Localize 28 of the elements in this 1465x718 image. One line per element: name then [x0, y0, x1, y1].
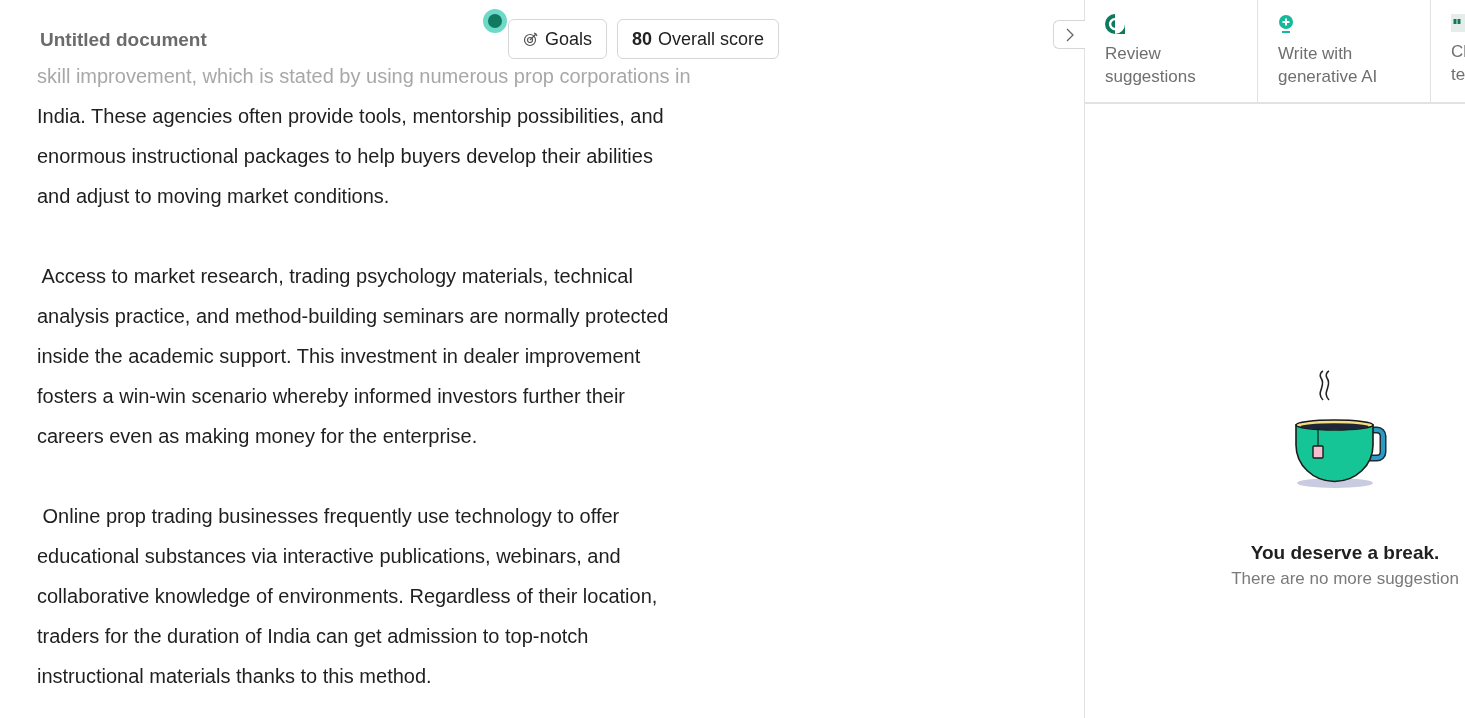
text-line: enormous instructional packages to help buyers develop their abilities [37, 144, 654, 169]
goals-button[interactable]: Goals [508, 19, 608, 59]
text-line: India. These agencies often provide tools, mentorship possibilities, and [37, 104, 665, 129]
document-title[interactable]: Untitled document [40, 29, 207, 51]
text-line: instructional materials thanks to this method. [37, 664, 433, 689]
empty-state-title: You deserve a break. [1250, 542, 1440, 564]
circle-arc-icon [1105, 14, 1125, 34]
status-dot-icon [483, 9, 507, 33]
text-line: fosters a win-win scenario whereby informed investors further their [37, 384, 627, 409]
chevron-right-icon [1064, 26, 1075, 43]
empty-state-message: There are no more suggestion [1231, 569, 1459, 589]
text-line: analysis practice, and method-building seminars are normally protected [37, 304, 670, 329]
panel-tab[interactable]: Review suggestions [1085, 0, 1258, 102]
text-line: Online prop trading businesses frequently use technology to offer [41, 504, 621, 529]
quote-icon [1451, 14, 1465, 32]
overall-score-button[interactable]: 80 Overall score [617, 19, 780, 59]
text-line: educational substances via interactive publications, webinars, and [37, 544, 622, 569]
text-line: skill improvement, which is stated by using numerous prop corporations in [37, 64, 692, 89]
text-line: inside the academic support. This investment in dealer improvement [37, 344, 642, 369]
text-line: traders for the duration of India can get admission to top-notch [37, 624, 590, 649]
collapse-button[interactable] [1053, 20, 1085, 49]
lightbulb-icon [1278, 14, 1294, 34]
text-line: and adjust to moving market conditions. [37, 184, 391, 209]
text-line: collaborative knowledge of environments. Regardless of their location, [37, 584, 659, 609]
panel-tab[interactable]: Write with generative AI [1258, 0, 1431, 102]
text-line: Access to market research, trading psychology materials, technical [40, 264, 634, 289]
text-line: careers even as making money for the enterprise. [37, 424, 479, 449]
target-icon [523, 31, 539, 47]
